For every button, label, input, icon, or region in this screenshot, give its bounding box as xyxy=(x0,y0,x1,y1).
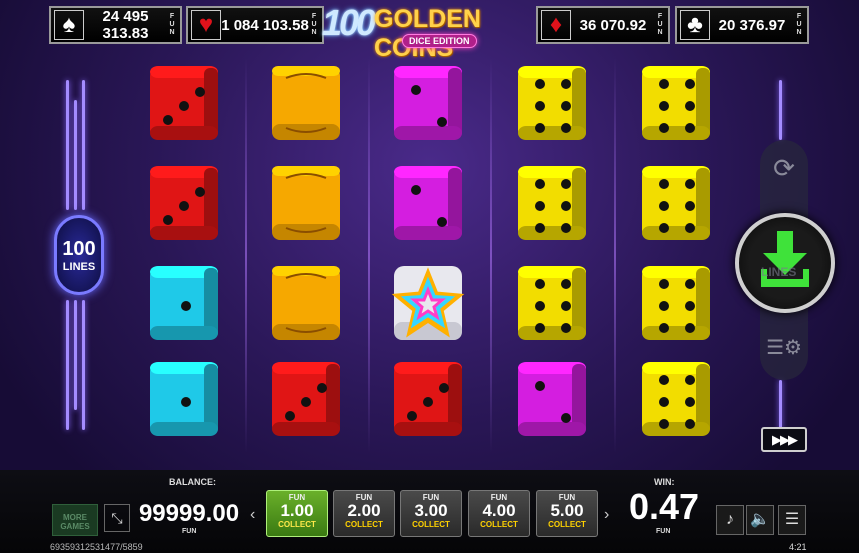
game-stage: ♠ 24 495 313.83 F U N ♥ 1 084 103.58 F U N ♦ 36 070… xyxy=(0,0,859,553)
reel-separator xyxy=(614,58,616,453)
magenta-die xyxy=(390,162,466,244)
settings-icon: ☰⚙ xyxy=(766,337,802,359)
club-icon: ♣ xyxy=(680,10,710,40)
bet-button[interactable]: FUN 1.00 COLLECT xyxy=(266,490,328,537)
yellow-die xyxy=(514,62,590,144)
bet-action: COLLECT xyxy=(548,520,586,529)
turbo-button[interactable]: ▶▶▶ xyxy=(761,427,807,452)
bet-prev-arrow[interactable]: ‹ xyxy=(250,506,255,524)
ticket-id: 69359312531477/5859 xyxy=(50,542,143,552)
music-button[interactable]: ♪ xyxy=(716,505,744,535)
coin-value-die xyxy=(268,162,344,244)
neon-line xyxy=(82,80,85,210)
jackpot-meter: ♠ 24 495 313.83 F U N xyxy=(49,6,182,44)
bet-action: COLLECT xyxy=(345,520,383,529)
speaker-icon: 🔈 xyxy=(750,511,770,528)
yellow-die xyxy=(638,358,714,440)
jackpot-meter: ♥ 1 084 103.58 F U N xyxy=(186,6,324,44)
sound-button[interactable]: 🔈 xyxy=(746,505,774,535)
neon-line xyxy=(82,300,85,430)
logo-dice-edition: DICE EDITION xyxy=(402,34,477,48)
more-games-button[interactable]: MORE GAMES xyxy=(52,504,98,536)
bet-button[interactable]: FUN 2.00 COLLECT xyxy=(333,490,395,537)
jackpot-meter: ♦ 36 070.92 F U N xyxy=(536,6,670,44)
lines-label: LINES xyxy=(62,260,96,273)
bet-button[interactable]: FUN 4.00 COLLECT xyxy=(468,490,530,537)
cyan-die xyxy=(146,358,222,440)
yellow-die xyxy=(638,162,714,244)
neon-line xyxy=(74,300,77,410)
jackpot-amount: 20 376.97 xyxy=(718,16,786,34)
magenta-die xyxy=(514,358,590,440)
balance-label: BALANCE: xyxy=(169,477,216,487)
bet-action: COLLECT xyxy=(278,520,316,529)
win-currency: FUN xyxy=(656,528,671,535)
settings-button[interactable]: ☰⚙ xyxy=(766,335,802,365)
yellow-die xyxy=(514,162,590,244)
logo-hundred: 100 xyxy=(322,2,376,43)
coin-value-die xyxy=(268,62,344,144)
autoplay-icon: ⟳ xyxy=(773,153,795,183)
music-note-icon: ♪ xyxy=(726,511,734,528)
hamburger-icon: ☰ xyxy=(784,511,800,528)
red-die xyxy=(146,162,222,244)
fullscreen-button[interactable]: ⤡ xyxy=(104,504,130,532)
neon-line xyxy=(779,380,782,430)
heart-icon: ♥ xyxy=(191,10,221,40)
yellow-die xyxy=(514,262,590,344)
clock: 4:21 xyxy=(789,542,807,552)
spade-icon: ♠ xyxy=(54,10,84,40)
bet-value: 3.00 xyxy=(414,501,448,520)
collapse-icon: ⤡ xyxy=(111,510,123,526)
bet-value: 2.00 xyxy=(347,501,381,520)
spin-overlay-label: LINES xyxy=(761,265,797,279)
win-value: 0.47 xyxy=(628,486,700,527)
star-die xyxy=(390,262,466,344)
fast-forward-icon: ▶▶▶ xyxy=(772,432,798,447)
red-die xyxy=(390,358,466,440)
red-die xyxy=(268,358,344,440)
reel-separator xyxy=(490,58,492,453)
jackpot-amount: 36 070.92 xyxy=(579,16,647,34)
balance-currency: FUN xyxy=(182,528,197,535)
coin-value-die xyxy=(268,262,344,344)
jackpot-meter: ♣ 20 376.97 F U N xyxy=(675,6,809,44)
bet-value: 1.00 xyxy=(280,501,314,520)
lines-badge[interactable]: 100 LINES xyxy=(54,215,104,295)
reel-separator xyxy=(245,58,247,453)
jackpot-currency: FUN xyxy=(657,13,663,36)
neon-line xyxy=(66,80,69,210)
lines-count: 100 xyxy=(62,237,96,260)
menu-button[interactable]: ☰ xyxy=(778,505,806,535)
game-logo: 100 GOLDEN COINS DICE EDITION xyxy=(322,2,540,62)
bet-next-arrow[interactable]: › xyxy=(604,506,609,524)
bet-button[interactable]: FUN 5.00 COLLECT xyxy=(536,490,598,537)
bet-value: 5.00 xyxy=(550,501,584,520)
bet-value: 4.00 xyxy=(482,501,516,520)
jackpot-currency: FUN xyxy=(169,13,175,36)
jackpot-amount: 1 084 103.58 xyxy=(221,16,309,34)
reel-separator xyxy=(368,58,370,453)
autoplay-button[interactable]: ⟳ xyxy=(766,150,802,186)
balance-value: 99999.00 xyxy=(138,500,240,527)
yellow-die xyxy=(638,62,714,144)
jackpot-currency: FUN xyxy=(311,13,317,36)
jackpot-amount: 24 495 313.83 xyxy=(102,8,149,42)
neon-line xyxy=(779,80,782,140)
yellow-die xyxy=(638,262,714,344)
neon-line xyxy=(74,100,77,210)
spin-button[interactable]: LINES xyxy=(735,213,835,313)
bet-action: COLLECT xyxy=(480,520,518,529)
jackpot-currency: FUN xyxy=(796,13,802,36)
diamond-icon: ♦ xyxy=(541,10,571,40)
collect-arrow-icon xyxy=(761,231,809,287)
magenta-die xyxy=(390,62,466,144)
neon-line xyxy=(66,300,69,430)
cyan-die xyxy=(146,262,222,344)
bet-action: COLLECT xyxy=(412,520,450,529)
red-die xyxy=(146,62,222,144)
bet-button[interactable]: FUN 3.00 COLLECT xyxy=(400,490,462,537)
